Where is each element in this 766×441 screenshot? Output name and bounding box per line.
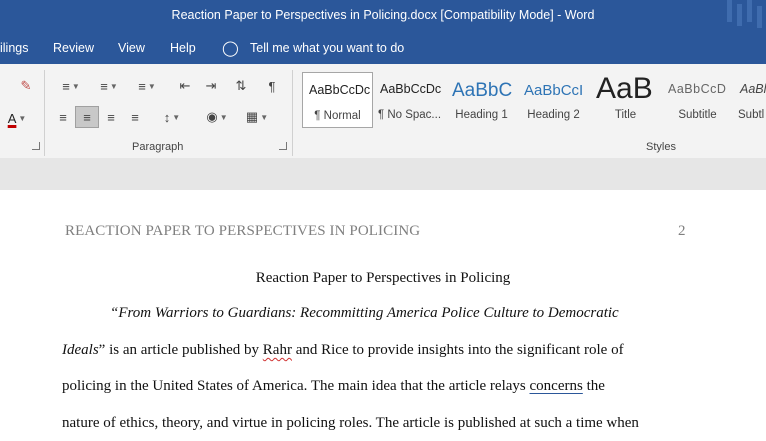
body-line: policing in the United States of America… [62,378,605,395]
document-page[interactable]: REACTION PAPER TO PERSPECTIVES IN POLICI… [0,190,766,441]
align-right-button[interactable]: ≡ [100,106,122,128]
body-text: ” is an article published by [98,342,263,358]
style-normal[interactable]: AaBbCcDc ¶ Normal [302,72,373,128]
style-subtitle[interactable]: AaBbCcD Subtitle [662,72,733,128]
style-heading-1[interactable]: AaBbC Heading 1 [446,72,517,128]
increase-indent-button[interactable]: ⇥ [200,75,222,97]
borders-button[interactable]: ▦ ▼ [240,106,274,128]
tell-me-search[interactable]: Tell me what you want to do [250,41,404,55]
paragraph-dialog-launcher[interactable] [279,142,287,150]
paragraph-group-label: Paragraph [132,141,184,153]
body-text: policing in the United States of America… [62,378,530,394]
style-label: Subtitle [678,109,717,121]
title-bar-decoration [757,6,762,28]
sort-button[interactable]: ⇅ [230,75,252,97]
spelling-error[interactable]: Rahr [263,342,292,358]
multilevel-list-button[interactable]: ≡ ▼ [130,75,164,97]
style-subtle-emphasis[interactable]: AaBl Subtl [734,72,766,128]
window-title: Reaction Paper to Perspectives in Polici… [171,8,595,22]
title-bar-decoration [747,0,752,22]
font-color-button[interactable]: A ▼ [0,107,34,129]
style-title[interactable]: AaB Title [590,72,661,128]
style-label: ¶ Normal [314,110,361,122]
body-text: and Rice to provide insights into the si… [291,342,624,358]
grammar-flag[interactable]: concerns [530,378,583,394]
font-dialog-launcher[interactable] [32,142,40,150]
clear-formatting-icon[interactable]: ✎ [16,75,36,97]
body-line: Ideals” is an article published by Rahr … [62,342,624,359]
numbering-button[interactable]: ≡ ▼ [92,75,126,97]
style-sample: AaBbCcDc [309,83,371,97]
body-text: the [582,378,605,394]
document-canvas-gap [0,158,766,190]
body-line: “From Warriors to Guardians: Recommittin… [110,305,619,321]
italic-text: Ideals [62,342,99,358]
title-bar-decoration [737,4,742,26]
style-sample: AaBbCcDc [380,82,442,96]
ribbon: ✎ A ▼ ≡ ▼ ≡ ▼ ≡ ▼ ⇤ ⇥ ⇅ ¶ ≡ ≡ ≡ ≡ ↕ ▼ ◉ ▼ ▦ ▼ P… [0,64,766,159]
style-sample: AaBbCcI [524,82,584,99]
style-label: Heading 1 [455,109,508,121]
separator [44,70,45,156]
tab-review[interactable]: Review [53,41,94,55]
title-bar-decoration [727,0,732,22]
align-left-button[interactable]: ≡ [52,106,74,128]
document-title: Reaction Paper to Perspectives in Polici… [255,270,511,286]
title-bar: Reaction Paper to Perspectives in Polici… [0,0,766,32]
page-number: 2 [678,223,686,239]
style-sample: AaBbC [452,80,513,101]
styles-group-label: Styles [646,141,676,153]
style-label: ¶ No Spac... [377,109,442,121]
tab-view[interactable]: View [118,41,145,55]
lightbulb-icon: ◯ [222,40,239,57]
style-no-spacing[interactable]: AaBbCcDc ¶ No Spac... [374,72,445,128]
tab-mailings[interactable]: ilings [0,41,29,55]
style-label: Heading 2 [527,109,580,121]
style-sample: AaB [596,72,653,105]
style-label: Subtl [738,109,765,121]
decrease-indent-button[interactable]: ⇤ [174,75,196,97]
center-button[interactable]: ≡ [75,106,99,128]
bullets-button[interactable]: ≡ ▼ [54,75,88,97]
shading-button[interactable]: ◉ ▼ [200,106,234,128]
separator [292,70,293,156]
style-label: Title [614,109,637,121]
body-line: nature of ethics, theory, and virtue in … [62,415,639,431]
running-header: REACTION PAPER TO PERSPECTIVES IN POLICI… [65,223,421,239]
style-sample: AaBbCcD [668,82,727,96]
tab-help[interactable]: Help [170,41,196,55]
line-spacing-button[interactable]: ↕ ▼ [155,106,189,128]
show-formatting-button[interactable]: ¶ [262,75,282,97]
style-sample: AaBl [740,82,766,96]
ribbon-tabs: ilings Review View Help ◯ Tell me what y… [0,32,766,64]
justify-button[interactable]: ≡ [124,106,146,128]
style-heading-2[interactable]: AaBbCcI Heading 2 [518,72,589,128]
font-color-icon: A [7,110,17,126]
